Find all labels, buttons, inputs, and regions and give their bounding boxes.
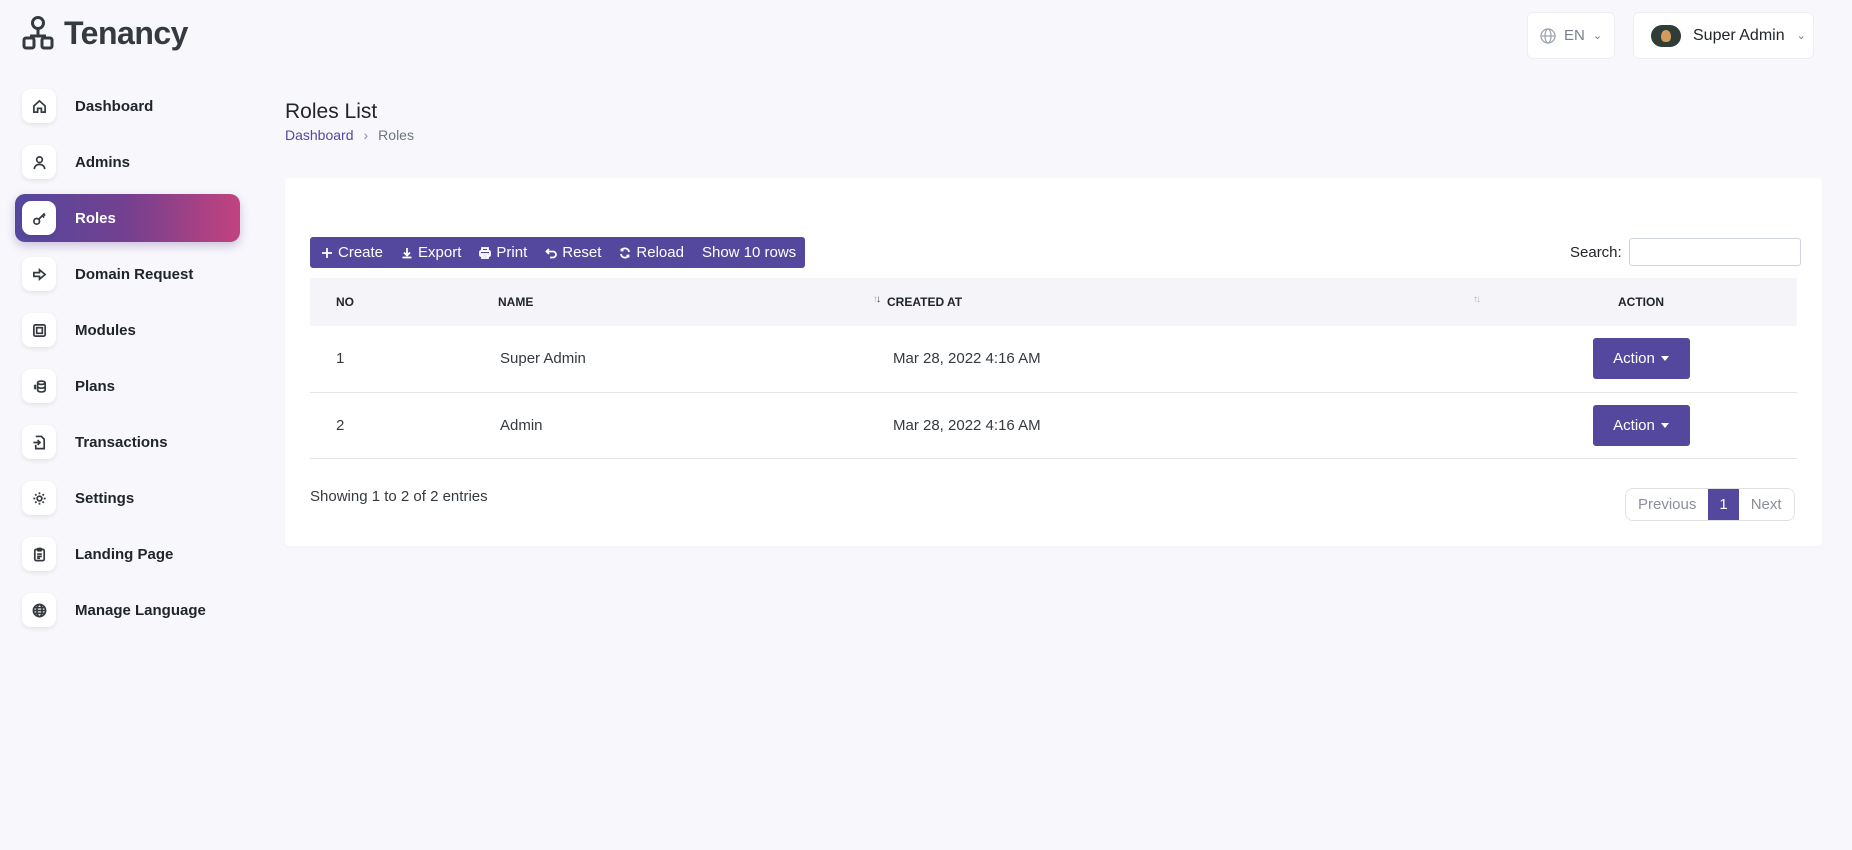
app-logo[interactable]: Tenancy bbox=[22, 15, 188, 52]
language-selector[interactable]: EN ⌄ bbox=[1527, 12, 1615, 59]
breadcrumb: Dashboard › Roles bbox=[285, 127, 414, 143]
sidebar-item-label: Admins bbox=[75, 153, 131, 171]
page-1-button[interactable]: 1 bbox=[1708, 489, 1739, 520]
export-label: Export bbox=[418, 244, 462, 261]
row-no: 2 bbox=[336, 416, 345, 434]
sidebar-item-label: Landing Page bbox=[75, 545, 174, 563]
search-box: Search: bbox=[1570, 238, 1801, 266]
column-header-name-label: NAME bbox=[498, 295, 534, 309]
sidebar-item-domain-request[interactable]: Domain Request bbox=[15, 250, 240, 298]
caret-down-icon bbox=[1660, 422, 1669, 428]
row-created-at: Mar 28, 2022 4:16 AM bbox=[893, 350, 1041, 368]
clipboard-icon bbox=[22, 537, 56, 571]
table-row: 1 Super Admin Mar 28, 2022 4:16 AM Actio… bbox=[310, 326, 1797, 392]
user-menu[interactable]: Super Admin ⌄ bbox=[1633, 12, 1814, 59]
roles-card: Create Export Print Reset Reload Show 10… bbox=[285, 178, 1822, 546]
file-transfer-icon bbox=[22, 425, 56, 459]
sidebar-item-manage-language[interactable]: Manage Language bbox=[15, 586, 240, 634]
show-rows-label: Show 10 rows bbox=[701, 244, 797, 261]
table-header-row: NO NAME ↑↓ CREATED AT ↑↓ ACTION bbox=[310, 278, 1797, 326]
create-label: Create bbox=[338, 244, 384, 261]
sidebar-item-admins[interactable]: Admins bbox=[15, 138, 240, 186]
column-header-created-at-label: CREATED AT bbox=[887, 295, 963, 309]
printer-icon bbox=[479, 246, 492, 259]
undo-icon bbox=[545, 247, 558, 258]
logo-icon bbox=[22, 15, 54, 49]
sidebar-item-settings[interactable]: Settings bbox=[15, 474, 240, 522]
table-toolbar: Create Export Print Reset Reload Show 10… bbox=[310, 237, 806, 268]
cpu-icon bbox=[22, 313, 56, 347]
action-label: Action bbox=[1613, 350, 1655, 368]
avatar bbox=[1651, 24, 1681, 47]
caret-down-icon bbox=[1660, 356, 1669, 362]
create-button[interactable]: Create bbox=[310, 237, 392, 268]
sidebar-item-label: Settings bbox=[75, 489, 135, 507]
action-dropdown-button[interactable]: Action bbox=[1592, 404, 1690, 446]
print-button[interactable]: Print bbox=[470, 237, 536, 268]
roles-table: NO NAME ↑↓ CREATED AT ↑↓ ACTION 1 Super … bbox=[310, 278, 1797, 459]
sidebar-item-label: Domain Request bbox=[75, 265, 194, 283]
sidebar: Dashboard Admins Roles Domain Request Mo… bbox=[15, 82, 240, 642]
refresh-icon bbox=[620, 247, 631, 258]
sidebar-item-landing-page[interactable]: Landing Page bbox=[15, 530, 240, 578]
chevron-right-icon: › bbox=[363, 127, 369, 143]
row-no: 1 bbox=[336, 350, 345, 368]
action-label: Action bbox=[1613, 416, 1655, 434]
sidebar-item-label: Modules bbox=[75, 321, 136, 339]
breadcrumb-dashboard-link[interactable]: Dashboard bbox=[285, 127, 354, 143]
arrow-right-icon bbox=[22, 257, 56, 291]
column-header-created-at[interactable]: CREATED AT ↑↓ bbox=[885, 278, 1485, 326]
reset-label: Reset bbox=[562, 244, 602, 261]
sidebar-item-roles[interactable]: Roles bbox=[15, 194, 240, 242]
print-label: Print bbox=[496, 244, 528, 261]
chevron-down-icon: ⌄ bbox=[1796, 30, 1806, 42]
page-title: Roles List bbox=[285, 100, 378, 123]
row-name: Super Admin bbox=[500, 350, 586, 368]
row-created-at: Mar 28, 2022 4:16 AM bbox=[893, 416, 1041, 434]
sidebar-item-label: Dashboard bbox=[75, 97, 154, 115]
row-name: Admin bbox=[500, 416, 543, 434]
next-page-button[interactable]: Next bbox=[1738, 489, 1794, 520]
gear-icon bbox=[22, 481, 56, 515]
sidebar-item-modules[interactable]: Modules bbox=[15, 306, 240, 354]
sidebar-item-label: Plans bbox=[75, 377, 116, 395]
chevron-down-icon: ⌄ bbox=[1592, 30, 1603, 42]
column-header-action: ACTION bbox=[1618, 295, 1664, 309]
action-dropdown-button[interactable]: Action bbox=[1592, 338, 1690, 380]
app-name: Tenancy bbox=[64, 15, 188, 51]
search-input[interactable] bbox=[1628, 238, 1801, 266]
column-header-name[interactable]: NAME ↑↓ bbox=[498, 278, 885, 326]
globe-icon bbox=[22, 593, 56, 627]
sort-icon: ↑↓ bbox=[873, 294, 881, 305]
entries-info: Showing 1 to 2 of 2 entries bbox=[310, 488, 488, 505]
search-label: Search: bbox=[1570, 243, 1622, 261]
export-button[interactable]: Export bbox=[392, 237, 470, 268]
key-icon bbox=[22, 201, 56, 235]
previous-page-button[interactable]: Previous bbox=[1626, 489, 1709, 520]
show-rows-button[interactable]: Show 10 rows bbox=[693, 237, 805, 268]
sidebar-item-plans[interactable]: Plans bbox=[15, 362, 240, 410]
reload-label: Reload bbox=[636, 244, 684, 261]
pagination: Previous 1 Next bbox=[1625, 488, 1795, 521]
sidebar-item-dashboard[interactable]: Dashboard bbox=[15, 82, 240, 130]
sidebar-item-label: Transactions bbox=[75, 433, 168, 451]
user-name: Super Admin bbox=[1693, 26, 1785, 44]
plus-icon bbox=[322, 247, 332, 258]
language-label: EN bbox=[1563, 27, 1585, 44]
sidebar-item-label: Roles bbox=[75, 209, 116, 227]
column-header-no[interactable]: NO bbox=[310, 278, 498, 326]
sidebar-item-label: Manage Language bbox=[75, 601, 206, 619]
download-icon bbox=[402, 247, 412, 258]
table-row: 2 Admin Mar 28, 2022 4:16 AM Action bbox=[310, 392, 1797, 458]
coins-icon bbox=[22, 369, 56, 403]
home-icon bbox=[22, 89, 56, 123]
reload-button[interactable]: Reload bbox=[610, 237, 693, 268]
breadcrumb-current: Roles bbox=[378, 127, 414, 143]
sidebar-item-transactions[interactable]: Transactions bbox=[15, 418, 240, 466]
reset-button[interactable]: Reset bbox=[536, 237, 610, 268]
sort-icon: ↑↓ bbox=[1473, 294, 1481, 305]
user-icon bbox=[22, 145, 56, 179]
globe-icon bbox=[1540, 27, 1556, 44]
